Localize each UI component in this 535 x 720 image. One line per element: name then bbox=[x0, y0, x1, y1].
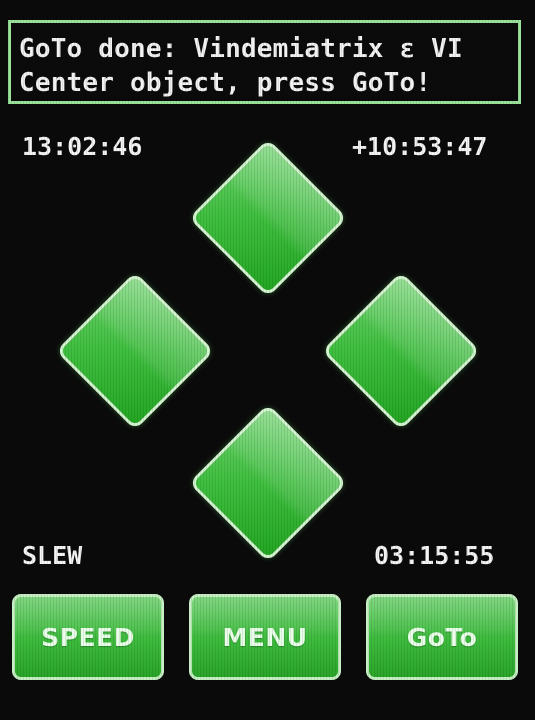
telescope-control-screen: GoTo done: Vindemiatrix ε VI Center obje… bbox=[0, 0, 535, 720]
speed-button-label: SPEED bbox=[41, 622, 135, 652]
speed-button[interactable]: SPEED bbox=[12, 594, 164, 680]
status-message-box: GoTo done: Vindemiatrix ε VI Center obje… bbox=[8, 20, 521, 104]
time-remaining-readout: 03:15:55 bbox=[374, 541, 495, 570]
time-readout: 13:02:46 bbox=[22, 132, 143, 161]
slew-up-button[interactable] bbox=[188, 138, 348, 298]
mode-label: SLEW bbox=[22, 541, 83, 570]
coordinate-readout: +10:53:47 bbox=[352, 132, 488, 161]
goto-button-label: GoTo bbox=[406, 622, 478, 652]
status-message-line-1: GoTo done: Vindemiatrix ε VI bbox=[19, 34, 463, 64]
slew-left-button[interactable] bbox=[55, 271, 215, 431]
slew-down-button[interactable] bbox=[188, 403, 348, 563]
slew-right-button[interactable] bbox=[321, 271, 481, 431]
status-message-line-2: Center object, press GoTo! bbox=[19, 68, 432, 98]
menu-button[interactable]: MENU bbox=[189, 594, 341, 680]
goto-button[interactable]: GoTo bbox=[366, 594, 518, 680]
menu-button-label: MENU bbox=[222, 622, 308, 652]
